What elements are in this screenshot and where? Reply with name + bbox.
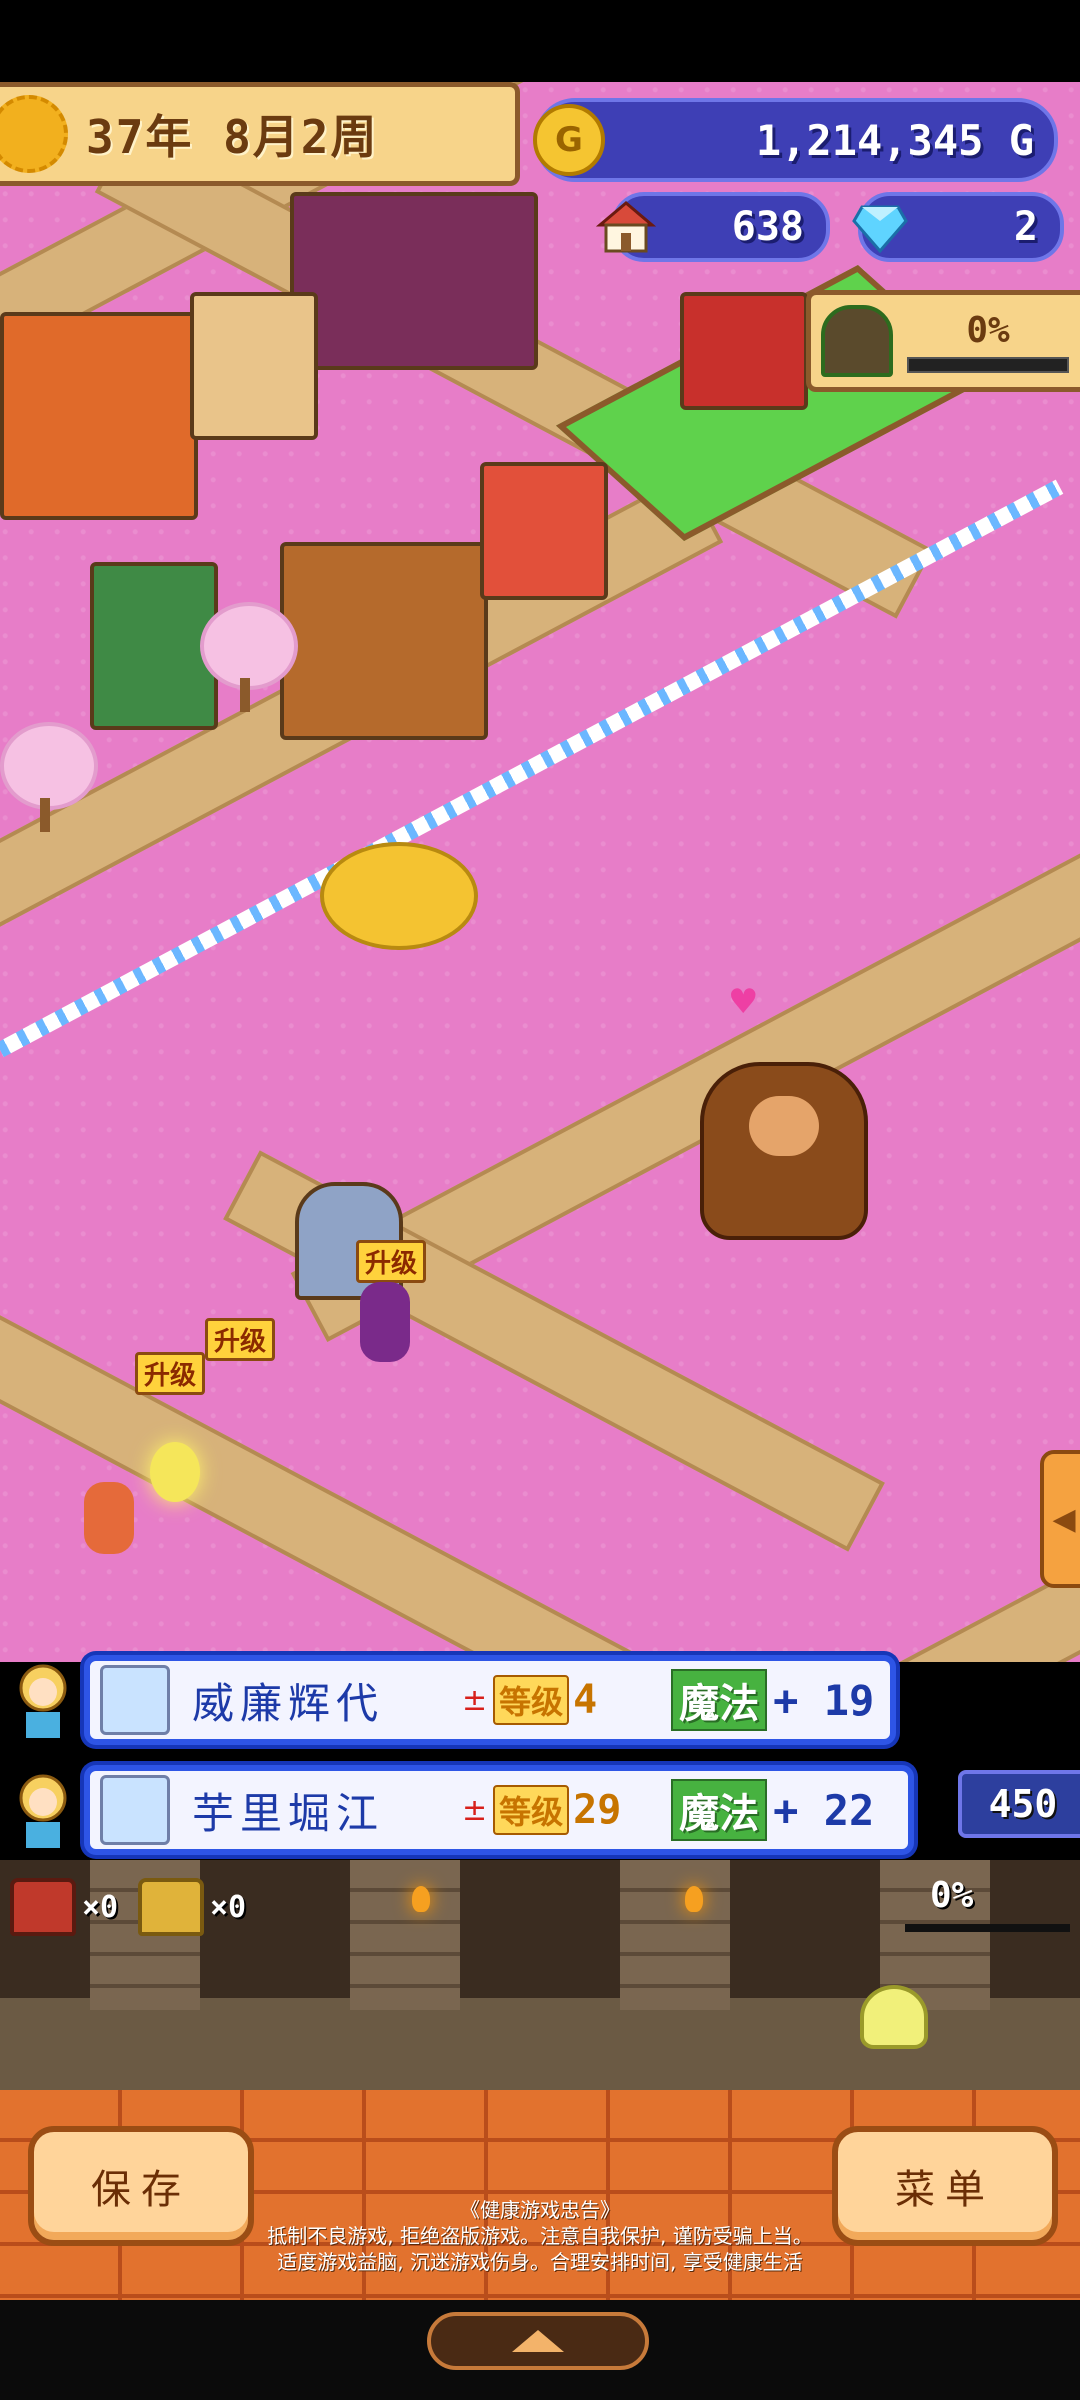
dungeon-progress-bar xyxy=(907,356,1069,373)
building-shop[interactable] xyxy=(190,292,318,440)
population-panel: 638 xyxy=(596,192,830,262)
sunflower-icon xyxy=(0,95,68,173)
gold-chest-count: ×0 xyxy=(210,1889,247,1925)
notification-card: 芋里堀江 ± 等级 29 魔法 + 22 xyxy=(84,1765,914,1855)
building-mansion[interactable] xyxy=(290,192,538,370)
cotton-candy-tree xyxy=(200,602,298,690)
heart-icon: ♥ xyxy=(728,982,759,1022)
health-notice-title: 《健康游戏忠告》 xyxy=(460,2198,620,2222)
gold-chest-icon xyxy=(138,1878,204,1936)
gold-amount: 1,214,345 G xyxy=(755,115,1034,165)
date-text: 37年 8月2周 xyxy=(86,110,379,164)
dungeon-progress-text: 0% xyxy=(966,309,1010,351)
gold-chest-counter: ×0 xyxy=(138,1878,246,1936)
jellyfish-monster[interactable] xyxy=(860,1985,928,2049)
sparkle-effect xyxy=(150,1442,200,1502)
red-chest-counter: ×0 xyxy=(10,1878,118,1936)
magic-label: 魔法 xyxy=(671,1669,768,1731)
dungeon-pillar xyxy=(620,1860,730,2010)
building-castle[interactable] xyxy=(0,312,198,520)
level-label: 等级 xyxy=(493,1675,570,1725)
gorilla-face xyxy=(749,1096,819,1156)
level-up-icon: ± xyxy=(462,1682,488,1718)
gem-count: 2 xyxy=(1013,204,1038,250)
treasure-chest-icon xyxy=(10,1878,76,1936)
level-label: 等级 xyxy=(493,1785,570,1835)
torch-icon xyxy=(685,1886,703,1912)
helper-avatar xyxy=(19,1664,67,1738)
dungeon-progress-group: 0% xyxy=(893,310,1080,373)
gold-coin-icon: G xyxy=(533,104,605,176)
magic-value: + 22 xyxy=(773,1785,875,1835)
tree-trunk xyxy=(40,798,50,832)
upgrade-badge: 升级 xyxy=(356,1240,427,1283)
notification-row: 芋里堀江 ± 等级 29 魔法 + 22 xyxy=(0,1765,914,1855)
dungeon-gate-icon xyxy=(821,305,893,377)
red-chest-count: ×0 xyxy=(82,1889,119,1925)
character-name: 威廉辉代 xyxy=(192,1678,385,1728)
population-count: 638 xyxy=(731,204,804,250)
expand-handle[interactable] xyxy=(427,2312,649,2370)
dungeon-progress-bar xyxy=(905,1924,1070,1932)
arrow-up-icon xyxy=(512,2330,564,2352)
magic-value: + 19 xyxy=(773,1675,875,1725)
torch-icon xyxy=(412,1886,430,1912)
level-value: 29 xyxy=(573,1787,622,1833)
character-name: 芋里堀江 xyxy=(192,1788,385,1838)
adventurer[interactable] xyxy=(360,1282,410,1362)
dungeon-pillar xyxy=(350,1860,460,2010)
barn[interactable] xyxy=(680,292,808,410)
system-status-bar xyxy=(0,0,1080,82)
upgrade-badge: 升级 xyxy=(135,1352,206,1395)
level-up-icon: ± xyxy=(462,1792,488,1828)
dungeon-percent: 0% xyxy=(930,1875,974,1916)
side-panel-toggle[interactable]: ◀ xyxy=(1040,1450,1080,1588)
dungeon-progress-panel[interactable]: 0% xyxy=(806,290,1080,392)
character-portrait xyxy=(100,1775,170,1845)
giant-chick-monster[interactable] xyxy=(320,842,478,950)
health-notice: 《健康游戏忠告》 抵制不良游戏, 拒绝盗版游戏。注意自我保护, 谨防受骗上当。 … xyxy=(0,2197,1080,2275)
notification-row: 威廉辉代 ± 等级 4 魔法 + 19 xyxy=(0,1655,896,1745)
gorilla-monster[interactable] xyxy=(700,1062,868,1240)
date-panel: 37年 8月2周 xyxy=(0,82,520,186)
building-inn[interactable] xyxy=(280,542,488,740)
tree-trunk xyxy=(240,678,250,712)
building-house[interactable] xyxy=(90,562,218,730)
magic-label: 魔法 xyxy=(671,1779,768,1841)
arrow-left-icon: ◀ xyxy=(1052,1501,1076,1537)
building-stall[interactable] xyxy=(480,462,608,600)
gold-panel: G 1,214,345 G xyxy=(533,98,1058,182)
health-notice-line1: 抵制不良游戏, 拒绝盗版游戏。注意自我保护, 谨防受骗上当。 xyxy=(267,2224,813,2248)
adventurer[interactable] xyxy=(84,1482,134,1554)
cotton-candy-tree xyxy=(0,722,98,810)
health-notice-line2: 适度游戏益脑, 沉迷游戏伤身。合理安排时间, 享受健康生活 xyxy=(277,2250,803,2274)
gem-panel: 2 xyxy=(852,192,1064,262)
crystal-gem-icon xyxy=(852,205,908,254)
character-portrait xyxy=(100,1665,170,1735)
side-counter: 450 xyxy=(958,1770,1080,1838)
notification-card: 威廉辉代 ± 等级 4 魔法 + 19 xyxy=(84,1655,896,1745)
upgrade-badge: 升级 xyxy=(205,1318,276,1361)
helper-avatar xyxy=(19,1774,67,1848)
house-icon xyxy=(596,201,656,253)
level-value: 4 xyxy=(573,1677,598,1723)
